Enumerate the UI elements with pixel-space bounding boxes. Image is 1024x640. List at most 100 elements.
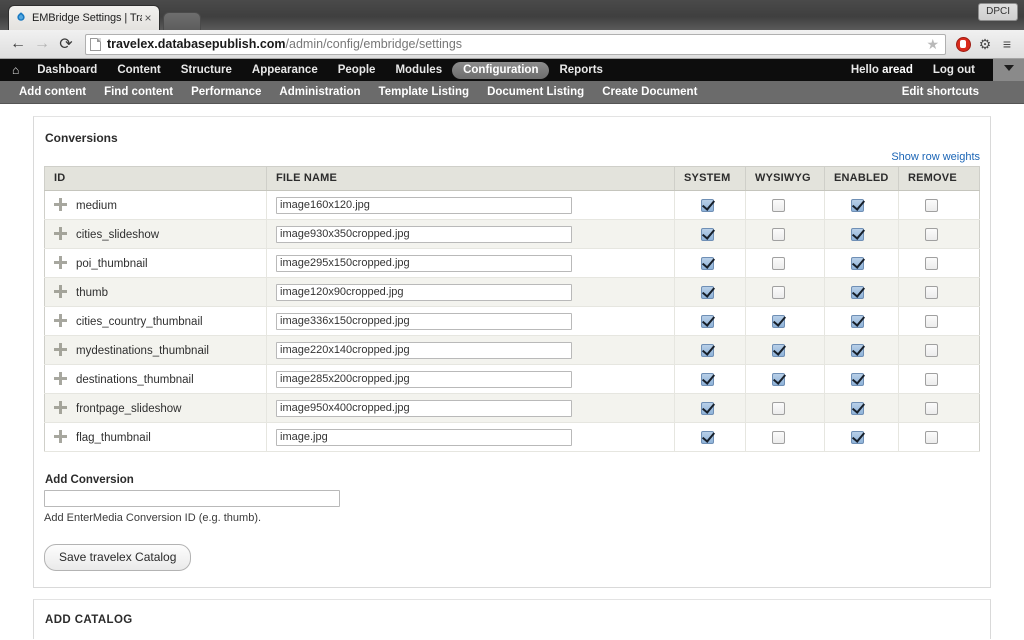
address-bar[interactable]: travelex.databasepublish.com /admin/conf… xyxy=(85,33,946,55)
cell-wysiwyg xyxy=(745,393,825,423)
checkbox-remove[interactable] xyxy=(925,314,938,328)
shortcut-find-content[interactable]: Find content xyxy=(95,86,182,98)
shortcut-document-listing[interactable]: Document Listing xyxy=(478,86,593,98)
checkbox-enabled[interactable] xyxy=(851,256,864,270)
checkbox-remove[interactable] xyxy=(925,198,938,212)
cell-system xyxy=(674,335,746,365)
checkbox-system[interactable] xyxy=(701,430,714,444)
drag-handle-icon[interactable] xyxy=(54,285,67,298)
logout-link[interactable]: Log out xyxy=(923,59,985,81)
admin-menu-item-people[interactable]: People xyxy=(328,59,386,81)
cell-wysiwyg xyxy=(745,335,825,365)
admin-menu-item-dashboard[interactable]: Dashboard xyxy=(27,59,107,81)
checkbox-enabled[interactable] xyxy=(851,430,864,444)
checkbox-remove[interactable] xyxy=(925,256,938,270)
cell-file-name xyxy=(266,219,675,249)
checkbox-wysiwyg[interactable] xyxy=(772,430,785,444)
file-name-input[interactable] xyxy=(276,399,572,417)
file-name-input[interactable] xyxy=(276,283,572,301)
checkbox-remove[interactable] xyxy=(925,285,938,299)
gear-icon[interactable]: ⚙ xyxy=(975,33,995,55)
add-conversion-input[interactable] xyxy=(44,490,340,507)
dpci-button[interactable]: DPCI xyxy=(978,3,1018,21)
checkbox-system[interactable] xyxy=(701,343,714,357)
cell-remove xyxy=(898,277,980,307)
checkbox-wysiwyg[interactable] xyxy=(772,198,785,212)
close-icon[interactable]: × xyxy=(142,12,154,24)
cell-file-name xyxy=(266,364,675,394)
checkbox-system[interactable] xyxy=(701,256,714,270)
cell-wysiwyg xyxy=(745,422,825,452)
drag-handle-icon[interactable] xyxy=(54,198,67,211)
extension-icon[interactable] xyxy=(953,33,973,55)
drag-handle-icon[interactable] xyxy=(54,227,67,240)
checkbox-enabled[interactable] xyxy=(851,227,864,241)
checkbox-remove[interactable] xyxy=(925,343,938,357)
checkbox-enabled[interactable] xyxy=(851,314,864,328)
cell-system xyxy=(674,422,746,452)
shortcut-administration[interactable]: Administration xyxy=(270,86,369,98)
admin-menu-item-appearance[interactable]: Appearance xyxy=(242,59,328,81)
shortcut-template-listing[interactable]: Template Listing xyxy=(370,86,479,98)
drag-handle-icon[interactable] xyxy=(54,343,67,356)
greeting-user[interactable]: Hello aread xyxy=(841,59,923,81)
admin-menu-item-content[interactable]: Content xyxy=(107,59,170,81)
bookmark-star-icon[interactable]: ★ xyxy=(926,36,941,53)
cell-file-name xyxy=(266,306,675,336)
checkbox-enabled[interactable] xyxy=(851,285,864,299)
drag-handle-icon[interactable] xyxy=(54,372,67,385)
shortcut-create-document[interactable]: Create Document xyxy=(593,86,706,98)
checkbox-system[interactable] xyxy=(701,227,714,241)
reload-button[interactable]: ⟳ xyxy=(55,33,77,55)
checkbox-wysiwyg[interactable] xyxy=(772,256,785,270)
file-name-input[interactable] xyxy=(276,196,572,214)
back-button[interactable]: ← xyxy=(7,33,29,55)
shortcut-add-content[interactable]: Add content xyxy=(10,86,95,98)
file-name-input[interactable] xyxy=(276,254,572,272)
new-tab-button[interactable] xyxy=(163,12,201,30)
checkbox-remove[interactable] xyxy=(925,401,938,415)
checkbox-system[interactable] xyxy=(701,198,714,212)
checkbox-wysiwyg[interactable] xyxy=(772,227,785,241)
checkbox-system[interactable] xyxy=(701,401,714,415)
file-name-input[interactable] xyxy=(276,370,572,388)
checkbox-enabled[interactable] xyxy=(851,372,864,386)
checkbox-remove[interactable] xyxy=(925,227,938,241)
save-catalog-button[interactable]: Save travelex Catalog xyxy=(44,544,192,571)
checkbox-wysiwyg[interactable] xyxy=(772,372,785,386)
checkbox-wysiwyg[interactable] xyxy=(772,285,785,299)
admin-menu-item-modules[interactable]: Modules xyxy=(385,59,452,81)
drag-handle-icon[interactable] xyxy=(54,314,67,327)
file-name-input[interactable] xyxy=(276,225,572,243)
drag-handle-icon[interactable] xyxy=(54,401,67,414)
conversion-id-label: flag_thumbnail xyxy=(76,432,151,444)
checkbox-enabled[interactable] xyxy=(851,343,864,357)
browser-tab[interactable]: EMBridge Settings | Travel × xyxy=(8,5,160,30)
admin-menu-item-configuration[interactable]: Configuration xyxy=(452,61,550,79)
checkbox-system[interactable] xyxy=(701,285,714,299)
checkbox-enabled[interactable] xyxy=(851,401,864,415)
hamburger-menu-icon[interactable]: ≡ xyxy=(997,33,1017,55)
checkbox-system[interactable] xyxy=(701,372,714,386)
file-name-input[interactable] xyxy=(276,341,572,359)
file-name-input[interactable] xyxy=(276,428,572,446)
shortcut-performance[interactable]: Performance xyxy=(182,86,270,98)
file-name-input[interactable] xyxy=(276,312,572,330)
checkbox-wysiwyg[interactable] xyxy=(772,314,785,328)
drag-handle-icon[interactable] xyxy=(54,256,67,269)
checkbox-wysiwyg[interactable] xyxy=(772,401,785,415)
checkbox-remove[interactable] xyxy=(925,430,938,444)
column-header-file-name: FILE NAME xyxy=(266,166,675,191)
drag-handle-icon[interactable] xyxy=(54,430,67,443)
admin-menu-item-reports[interactable]: Reports xyxy=(549,59,612,81)
show-row-weights-link[interactable]: Show row weights xyxy=(891,151,980,163)
forward-button[interactable]: → xyxy=(31,33,53,55)
checkbox-wysiwyg[interactable] xyxy=(772,343,785,357)
home-icon[interactable]: ⌂ xyxy=(10,59,27,81)
cell-id: destinations_thumbnail xyxy=(44,364,267,394)
checkbox-remove[interactable] xyxy=(925,372,938,386)
edit-shortcuts-link[interactable]: Edit shortcuts xyxy=(893,86,988,98)
checkbox-system[interactable] xyxy=(701,314,714,328)
checkbox-enabled[interactable] xyxy=(851,198,864,212)
admin-menu-item-structure[interactable]: Structure xyxy=(171,59,242,81)
